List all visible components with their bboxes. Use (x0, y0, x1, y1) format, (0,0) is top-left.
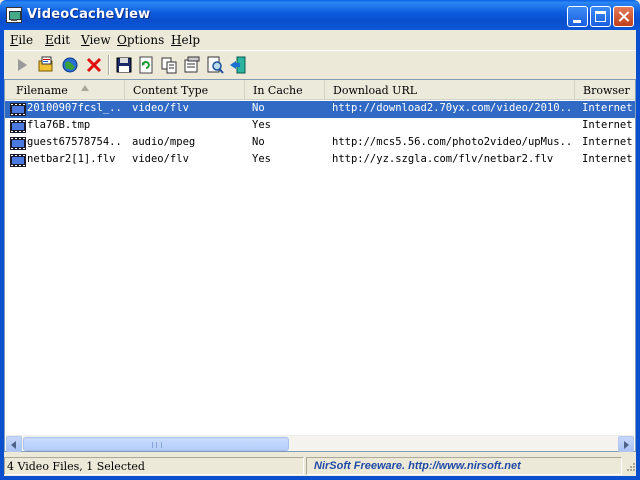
window-frame-bottom (0, 476, 640, 480)
copy-icon[interactable] (159, 55, 179, 75)
column-header-filename[interactable]: Filename (5, 80, 125, 100)
find-icon[interactable] (205, 55, 225, 75)
cell-browser: Internet (582, 102, 633, 114)
open-folder-icon[interactable] (36, 55, 56, 75)
cell-in-cache: Yes (252, 153, 271, 165)
close-button[interactable] (613, 6, 634, 27)
film-icon (10, 154, 26, 167)
menu-edit-mnemonic: E (45, 33, 54, 47)
cell-browser: Internet (582, 119, 633, 131)
column-header-browser-label: Browser (583, 84, 630, 97)
play-icon[interactable] (12, 55, 32, 75)
file-list[interactable]: Filename Content Type In Cache Download … (4, 79, 636, 452)
app-icon (6, 7, 22, 23)
scroll-left-button[interactable] (6, 436, 22, 452)
toolbar (4, 50, 636, 78)
window-title: VideoCacheView (27, 7, 151, 22)
table-row[interactable]: netbar2[1].flv video/flv Yes http://yz.s… (5, 152, 635, 169)
column-header-browser[interactable]: Browser (575, 80, 635, 100)
cell-browser: Internet (582, 153, 633, 165)
cell-filename: fla76B.tmp (27, 119, 91, 131)
menu-help-mnemonic: H (171, 33, 182, 47)
cell-in-cache: No (252, 136, 265, 148)
title-bar[interactable]: VideoCacheView (0, 0, 640, 30)
film-icon (10, 137, 26, 150)
scrollbar-thumb[interactable] (23, 437, 289, 451)
menu-options-label: ptions (126, 33, 165, 47)
column-header-filename-label: Filename (16, 84, 68, 97)
cell-in-cache: Yes (252, 119, 271, 131)
film-icon (10, 103, 26, 116)
window-frame-right (636, 30, 640, 480)
menu-edit[interactable]: Edit (45, 33, 70, 47)
status-bar: 4 Video Files, 1 Selected NirSoft Freewa… (4, 456, 636, 476)
arrow-right-icon (624, 441, 629, 449)
menu-options-mnemonic: O (117, 33, 127, 47)
refresh-icon[interactable] (136, 55, 156, 75)
arrow-left-icon (11, 441, 16, 449)
column-header-in-cache-label: In Cache (253, 84, 303, 97)
scroll-right-button[interactable] (618, 436, 634, 452)
maximize-button[interactable] (590, 6, 611, 27)
film-icon (10, 120, 26, 133)
sort-ascending-icon (81, 85, 89, 91)
cell-content-type: video/flv (132, 153, 189, 165)
maximize-icon (595, 11, 606, 22)
menu-view[interactable]: View (81, 33, 111, 47)
menu-bar: File Edit View Options Help (4, 30, 636, 50)
menu-file[interactable]: File (10, 33, 33, 47)
column-header-download-url[interactable]: Download URL (325, 80, 575, 100)
table-row[interactable]: 20100907fcsl_... video/flv No http://dow… (5, 101, 635, 118)
menu-file-label: ile (18, 33, 34, 47)
status-count: 4 Video Files, 1 Selected (4, 457, 304, 475)
minimize-button[interactable] (567, 6, 588, 27)
cell-in-cache: No (252, 102, 265, 114)
globe-icon[interactable] (60, 55, 80, 75)
table-row[interactable]: fla76B.tmp Yes Internet (5, 118, 635, 135)
cell-download-url: http://mcs5.56.com/photo2video/upMus... (332, 136, 572, 148)
cell-download-url: http://download2.70yx.com/video/2010... (332, 102, 572, 114)
column-header-in-cache[interactable]: In Cache (245, 80, 325, 100)
horizontal-scrollbar[interactable] (6, 435, 634, 452)
cell-content-type: video/flv (132, 102, 189, 114)
menu-help-label: elp (181, 33, 201, 47)
resize-grip-icon[interactable] (624, 460, 636, 474)
column-header-content-type-label: Content Type (133, 84, 209, 97)
cell-download-url: http://yz.szgla.com/flv/netbar2.flv (332, 153, 554, 165)
cell-content-type: audio/mpeg (132, 136, 196, 148)
menu-view-label: iew (89, 33, 111, 47)
properties-icon[interactable] (182, 55, 202, 75)
delete-icon[interactable] (84, 55, 104, 75)
cell-browser: Internet (582, 136, 633, 148)
save-icon[interactable] (114, 55, 134, 75)
exit-icon[interactable] (228, 55, 248, 75)
cell-filename: 20100907fcsl_... (27, 102, 123, 114)
minimize-icon (573, 20, 581, 23)
cell-filename: guest67578754... (27, 136, 123, 148)
cell-filename: netbar2[1].flv (27, 153, 116, 165)
toolbar-separator (108, 55, 110, 75)
menu-help[interactable]: Help (171, 33, 200, 47)
menu-options[interactable]: Options (117, 33, 164, 47)
column-header-download-url-label: Download URL (333, 84, 418, 97)
close-icon (614, 7, 633, 26)
column-header-content-type[interactable]: Content Type (125, 80, 245, 100)
menu-edit-label: dit (53, 33, 71, 47)
list-header: Filename Content Type In Cache Download … (5, 80, 635, 100)
grip-icon (152, 442, 162, 448)
table-row[interactable]: guest67578754... audio/mpeg No http://mc… (5, 135, 635, 152)
status-credit-link[interactable]: NirSoft Freeware. http://www.nirsoft.net (306, 457, 622, 475)
